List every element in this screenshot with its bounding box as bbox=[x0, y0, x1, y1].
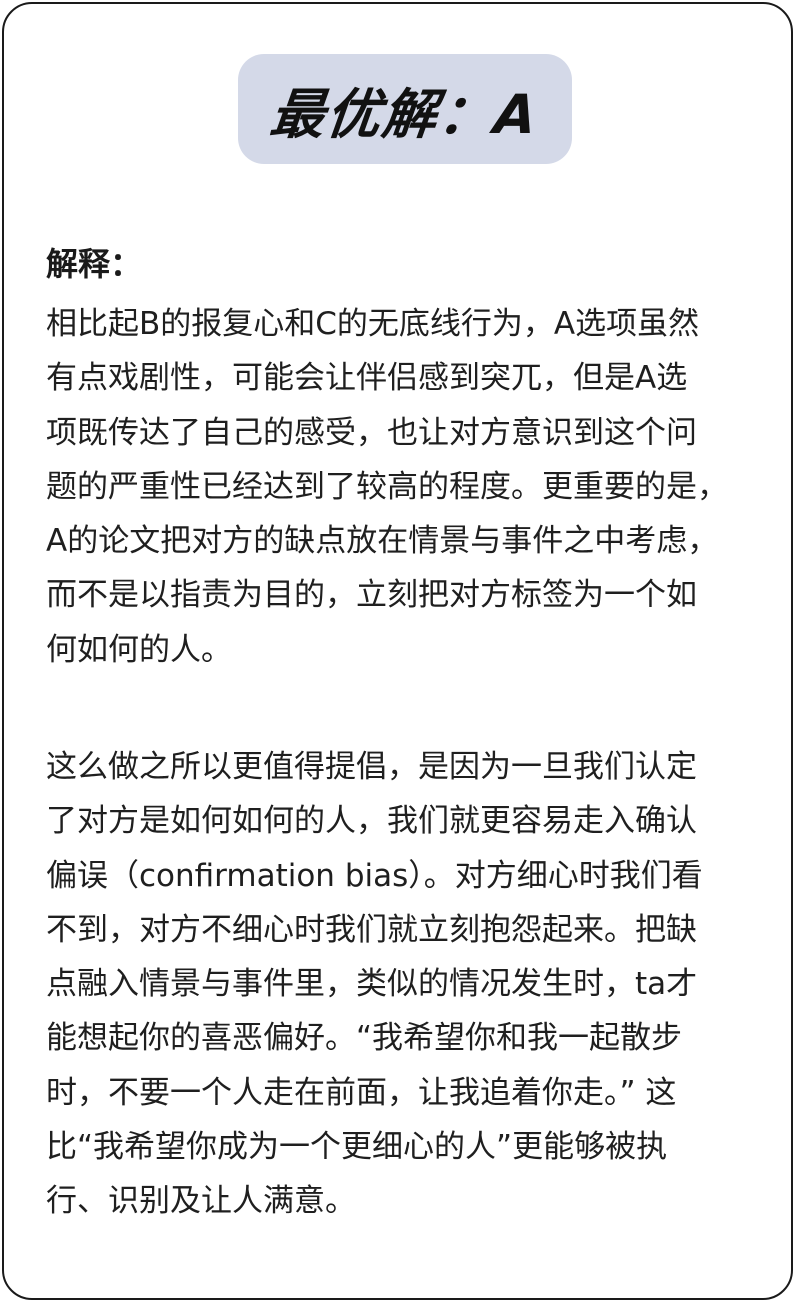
title-text: 最优解：A bbox=[267, 82, 542, 146]
title-banner: 最优解：A bbox=[238, 54, 572, 164]
paragraph-line: 时，不要一个人走在前面，让我追着你走。” 这 bbox=[46, 1074, 677, 1111]
paragraph-line: 行、识别及让人满意。 bbox=[46, 1183, 356, 1220]
paragraph-line: A的论文把对方的缺点放在情景与事件之中考虑， bbox=[46, 523, 719, 560]
paragraph-line: 偏误（confirmation bias）。对方细心时我们看 bbox=[46, 857, 703, 894]
paragraph-line: 有点戏剧性，可能会让伴侣感到突兀，但是A选 bbox=[46, 360, 688, 397]
explanation-paragraph-2: 这么做之所以更值得提倡，是因为一旦我们认定 了对方是如何如何的人，我们就更容易走… bbox=[46, 740, 752, 1229]
explanation-label: 解释： bbox=[46, 245, 143, 283]
paragraph-line: 了对方是如何如何的人，我们就更容易走入确认 bbox=[46, 803, 697, 840]
paragraph-line: 项既传达了自己的感受，也让对方意识到这个问 bbox=[46, 414, 697, 451]
paragraph-line: 不到，对方不细心时我们就立刻抱怨起来。把缺 bbox=[46, 911, 697, 948]
paragraph-line: 而不是以指责为目的，立刻把对方标签为一个如 bbox=[46, 577, 697, 614]
paragraph-line: 何如何的人。 bbox=[46, 631, 232, 668]
paragraph-line: 相比起B的报复心和C的无底线行为，A选项虽然 bbox=[46, 306, 700, 342]
paragraph-line: 能想起你的喜恶偏好。“我希望你和我一起散步 bbox=[46, 1020, 683, 1057]
paragraph-line: 题的严重性已经达到了较高的程度。更重要的是， bbox=[46, 468, 728, 505]
explanation-paragraph-1: 相比起B的报复心和C的无底线行为，A选项虽然 有点戏剧性，可能会让伴侣感到突兀，… bbox=[46, 297, 752, 677]
paragraph-line: 点融入情景与事件里，类似的情况发生时，ta才 bbox=[46, 966, 698, 1003]
paragraph-line: 这么做之所以更值得提倡，是因为一旦我们认定 bbox=[46, 749, 697, 785]
paragraph-line: 比“我希望你成为一个更细心的人”更能够被执 bbox=[46, 1129, 668, 1166]
